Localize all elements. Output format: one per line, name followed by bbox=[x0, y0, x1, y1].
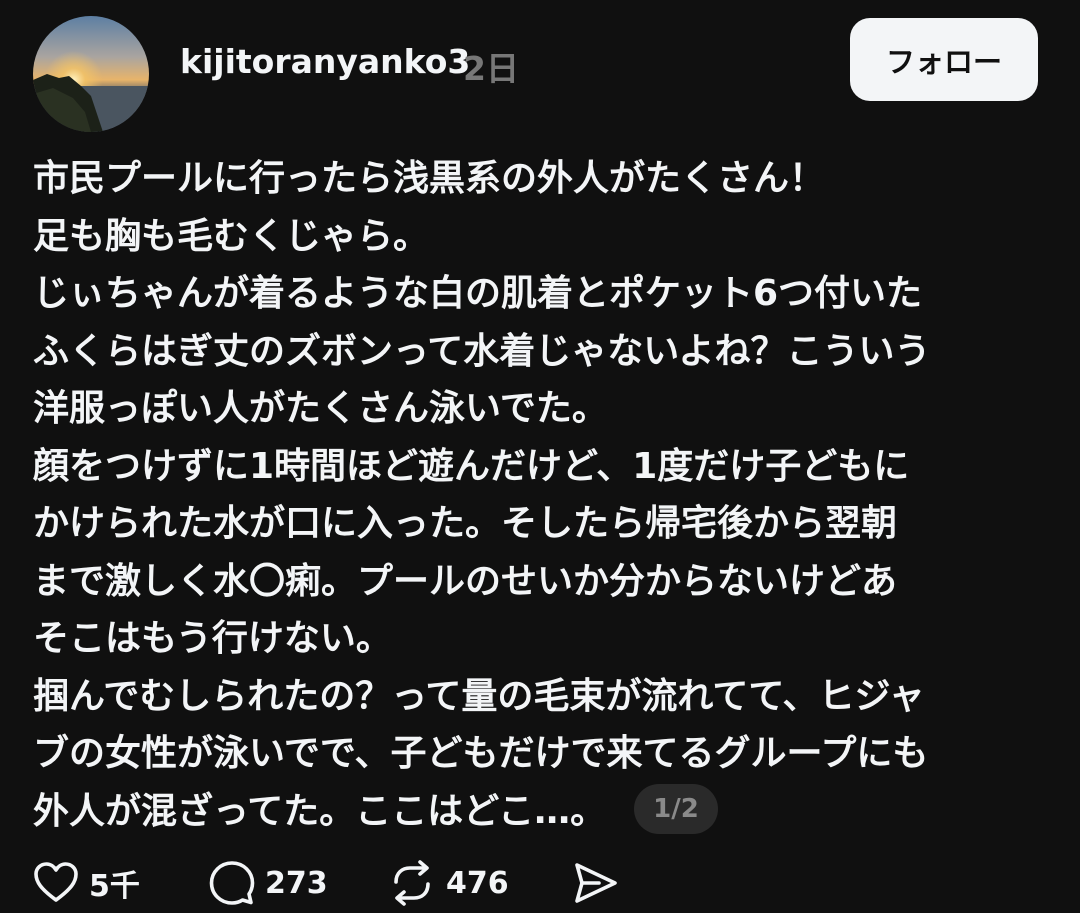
heart-icon bbox=[34, 862, 78, 902]
action-bar: 5千 273 476 bbox=[33, 855, 1033, 911]
follow-button[interactable]: フォロー bbox=[850, 18, 1038, 101]
post-line-last: 外人が混ざってた。ここはどこ…。 1/2 bbox=[33, 783, 1043, 841]
post-line: 市民プールに行ったら浅黒系の外人がたくさん！ bbox=[33, 158, 826, 199]
post-line: かけられた水が口に入った。そしたら帰宅後から翌朝 bbox=[33, 503, 898, 544]
reply-count: 273 bbox=[265, 865, 328, 901]
post-timestamp: 2日 bbox=[463, 49, 519, 88]
post-text: 市民プールに行ったら浅黒系の外人がたくさん！ 足も胸も毛むくじゃら。 じぃちゃん… bbox=[33, 150, 1043, 840]
reply-button[interactable]: 273 bbox=[209, 855, 328, 911]
post-line: ブの女性が泳いでで、子どもだけで来てるグループにも bbox=[33, 733, 929, 774]
post-line: 足も胸も毛むくじゃら。 bbox=[33, 215, 430, 257]
page-counter-badge: 1/2 bbox=[634, 783, 718, 834]
repost-count: 476 bbox=[446, 865, 509, 901]
post-line: そこはもう行けない。 bbox=[33, 618, 392, 659]
post-line: 洋服っぽい人がたくさん泳いでた。 bbox=[33, 388, 608, 429]
sunset-landscape-avatar-icon bbox=[33, 16, 149, 132]
share-button[interactable] bbox=[573, 855, 619, 911]
post-line-text: 外人が混ざってた。ここはどこ…。 bbox=[33, 790, 607, 832]
post-line: じぃちゃんが着るような白の肌着とポケット6つ付いた bbox=[33, 273, 923, 314]
post-line: 顔をつけずに1時間ほど遊んだけど、1度だけ子どもに bbox=[33, 445, 910, 487]
repost-icon bbox=[394, 860, 430, 906]
like-button[interactable]: 5千 bbox=[33, 855, 140, 911]
avatar[interactable] bbox=[33, 16, 149, 132]
post-line: ふくらはぎ丈のズボンって水着じゃないよね？こういう bbox=[33, 330, 931, 372]
share-icon bbox=[575, 863, 617, 903]
repost-button[interactable]: 476 bbox=[388, 855, 509, 911]
author-username[interactable]: kijitoranyanko3 bbox=[180, 42, 470, 81]
post-line: まで激しく水〇痢。プールのせいか分からないけどあ bbox=[33, 560, 898, 602]
comment-icon bbox=[209, 861, 255, 905]
post-line: 掴んでむしられたの？って量の毛束が流れてて、ヒジャ bbox=[33, 675, 925, 717]
like-count: 5千 bbox=[89, 869, 140, 904]
